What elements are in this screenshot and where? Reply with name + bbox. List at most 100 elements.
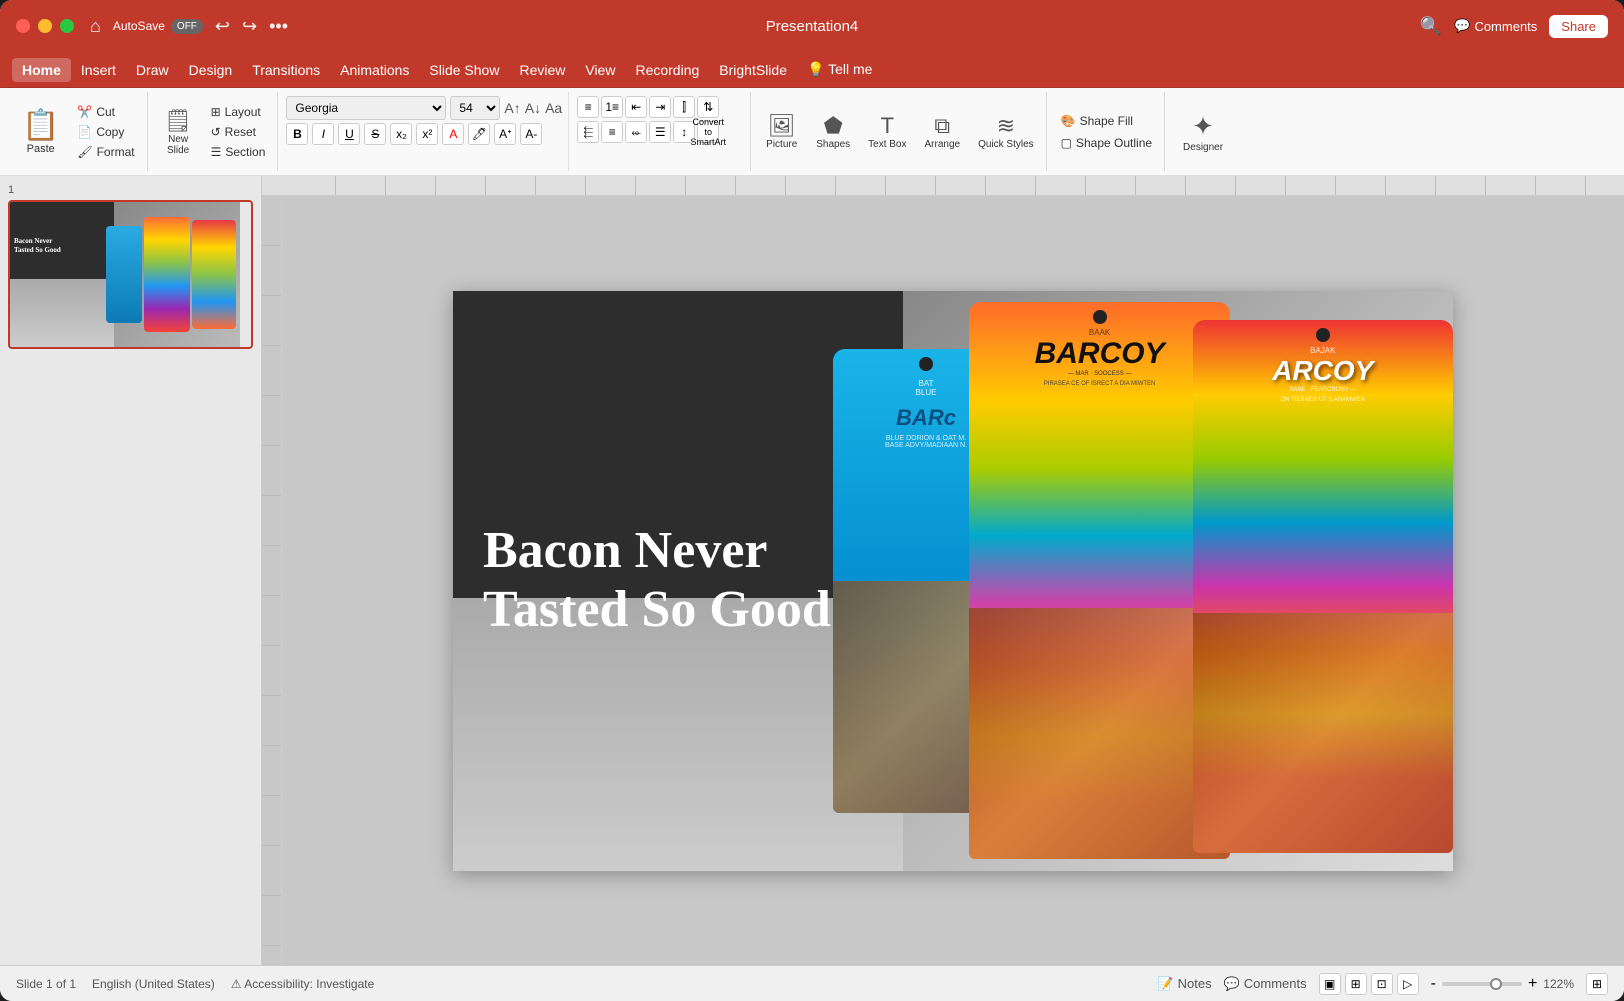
font-size-up-btn[interactable]: Aᐩ bbox=[494, 123, 516, 145]
slide-number: 1 bbox=[8, 184, 253, 196]
clear-format-icon[interactable]: Aa bbox=[545, 100, 562, 116]
font-size-select[interactable]: 54 bbox=[450, 96, 500, 120]
menu-design[interactable]: Design bbox=[179, 58, 243, 82]
comment-icon: 💬 bbox=[1454, 18, 1470, 34]
accessibility-icon: ⚠ bbox=[231, 977, 242, 991]
underline-button[interactable]: U bbox=[338, 123, 360, 145]
comments-button[interactable]: 💬 Comments bbox=[1454, 18, 1537, 34]
italic-button[interactable]: I bbox=[312, 123, 334, 145]
close-button[interactable] bbox=[16, 19, 30, 33]
thumb-pkg-red bbox=[192, 220, 236, 330]
shapes-button[interactable]: ⬟ Shapes bbox=[810, 96, 856, 167]
notes-button[interactable]: 📝 Notes bbox=[1157, 976, 1211, 992]
columns-button[interactable]: ⫿ bbox=[673, 96, 695, 118]
horizontal-ruler bbox=[262, 176, 1624, 196]
search-icon[interactable]: 🔍 bbox=[1420, 16, 1442, 37]
increase-indent-button[interactable]: ⇥ bbox=[649, 96, 671, 118]
menu-brightslide[interactable]: BrightSlide bbox=[709, 58, 797, 82]
menu-home[interactable]: Home bbox=[12, 58, 71, 82]
menu-slideshow[interactable]: Slide Show bbox=[419, 58, 509, 82]
shapes-icon: ⬟ bbox=[824, 113, 843, 139]
menu-review[interactable]: Review bbox=[509, 58, 575, 82]
subscript-button[interactable]: x₂ bbox=[390, 123, 412, 145]
menu-insert[interactable]: Insert bbox=[71, 58, 126, 82]
slide-thumbnail[interactable]: Bacon Never Tasted So Good bbox=[8, 200, 253, 349]
layout-icon: ⊞ bbox=[211, 105, 221, 119]
decrease-font-icon[interactable]: A↓ bbox=[525, 100, 541, 116]
comments-status-button[interactable]: 💬 Comments bbox=[1224, 976, 1307, 992]
new-slide-button[interactable]: 🗒 NewSlide bbox=[156, 96, 201, 167]
more-icon[interactable]: ••• bbox=[269, 16, 288, 37]
quick-styles-icon: ≋ bbox=[997, 113, 1015, 139]
zoom-in-icon[interactable]: + bbox=[1528, 975, 1537, 993]
menu-transitions[interactable]: Transitions bbox=[242, 58, 330, 82]
menu-animations[interactable]: Animations bbox=[330, 58, 419, 82]
section-icon: ☰ bbox=[211, 145, 222, 159]
slide-container: Bacon Never Tasted So Good bbox=[453, 291, 1453, 871]
titlebar: ⌂ AutoSave OFF ↩ ↪ ••• Presentation4 🔍 💬… bbox=[0, 0, 1624, 52]
clipboard-small: ✂️ Cut 📄 Copy 🖌 Format bbox=[71, 96, 140, 167]
menu-draw[interactable]: Draw bbox=[126, 58, 179, 82]
redo-icon[interactable]: ↪ bbox=[242, 16, 257, 37]
align-center-button[interactable]: ≡ bbox=[601, 121, 623, 143]
textbox-button[interactable]: T Text Box bbox=[862, 96, 912, 167]
normal-view-button[interactable]: ▣ bbox=[1319, 973, 1341, 995]
picture-button[interactable]: 🖼 Picture bbox=[759, 96, 804, 167]
increase-font-icon[interactable]: A↑ bbox=[504, 100, 520, 116]
quick-styles-button[interactable]: ≋ Quick Styles bbox=[972, 96, 1040, 167]
copy-button[interactable]: 📄 Copy bbox=[71, 123, 140, 141]
slide-sorter-button[interactable]: ⊞ bbox=[1345, 973, 1367, 995]
new-slide-icon: 🗒 bbox=[164, 108, 192, 134]
reading-view-button[interactable]: ⊡ bbox=[1371, 973, 1393, 995]
superscript-button[interactable]: x² bbox=[416, 123, 438, 145]
designer-button[interactable]: ✦ Designer bbox=[1173, 96, 1233, 167]
zoom-out-icon[interactable]: - bbox=[1431, 975, 1436, 993]
designer-icon: ✦ bbox=[1192, 111, 1214, 142]
slides-panel: 1 Bacon Never Tasted So Good bbox=[0, 176, 262, 965]
direction-button[interactable]: ⇅ bbox=[697, 96, 719, 118]
maximize-button[interactable] bbox=[60, 19, 74, 33]
font-color-button[interactable]: A bbox=[442, 123, 464, 145]
strikethrough-button[interactable]: S bbox=[364, 123, 386, 145]
shape-format-group: 🎨 Shape Fill ▢ Shape Outline bbox=[1049, 92, 1165, 171]
shape-outline-button[interactable]: ▢ Shape Outline bbox=[1055, 134, 1158, 152]
slideshow-button[interactable]: ▷ bbox=[1397, 973, 1419, 995]
align-right-button[interactable]: ⬰ bbox=[625, 121, 647, 143]
slide-main[interactable]: Bacon Never Tasted So Good bbox=[453, 291, 1453, 871]
arrange-button[interactable]: ⧉ Arrange bbox=[919, 96, 967, 167]
fit-to-window-button[interactable]: ⊞ bbox=[1586, 973, 1608, 995]
font-row-1: Georgia 54 A↑ A↓ Aa bbox=[286, 96, 562, 120]
justify-button[interactable]: ☰ bbox=[649, 121, 671, 143]
shape-fill-button[interactable]: 🎨 Shape Fill bbox=[1055, 112, 1158, 130]
paste-button[interactable]: 📋 Paste bbox=[14, 96, 67, 167]
zoom-value: 122% bbox=[1543, 977, 1574, 991]
decrease-indent-button[interactable]: ⇤ bbox=[625, 96, 647, 118]
highlight-button[interactable]: 🖊 bbox=[468, 123, 490, 145]
autosave-toggle[interactable]: AutoSave OFF bbox=[113, 19, 203, 34]
menu-tell-me[interactable]: 💡 Tell me bbox=[797, 57, 882, 82]
menu-view[interactable]: View bbox=[575, 58, 625, 82]
undo-icon[interactable]: ↩ bbox=[215, 16, 230, 37]
pkg-brand-center: BARCOY bbox=[1035, 337, 1165, 371]
bacon-right bbox=[1193, 613, 1453, 853]
font-family-select[interactable]: Georgia bbox=[286, 96, 446, 120]
hang-dot-center bbox=[1093, 310, 1107, 324]
menu-recording[interactable]: Recording bbox=[625, 58, 709, 82]
bold-button[interactable]: B bbox=[286, 123, 308, 145]
zoom-slider[interactable] bbox=[1442, 982, 1522, 986]
layout-button[interactable]: ⊞ Layout bbox=[205, 103, 272, 121]
share-button[interactable]: Share bbox=[1549, 15, 1608, 38]
autosave-state[interactable]: OFF bbox=[171, 19, 203, 34]
paragraph-group: ≡ 1≡ ⇤ ⇥ ⫿ ⇅ ⬱ ≡ ⬰ ☰ ↕ Convert to SmartA… bbox=[571, 92, 751, 171]
reset-button[interactable]: ↺ Reset bbox=[205, 123, 272, 141]
minimize-button[interactable] bbox=[38, 19, 52, 33]
home-icon[interactable]: ⌂ bbox=[90, 16, 101, 37]
smart-art-button[interactable]: Convert to SmartArt bbox=[697, 121, 719, 143]
section-button[interactable]: ☰ Section bbox=[205, 143, 272, 161]
numbered-list-button[interactable]: 1≡ bbox=[601, 96, 623, 118]
bullet-list-button[interactable]: ≡ bbox=[577, 96, 599, 118]
format-button[interactable]: 🖌 Format bbox=[71, 143, 140, 161]
align-left-button[interactable]: ⬱ bbox=[577, 121, 599, 143]
font-size-down-btn[interactable]: A- bbox=[520, 123, 542, 145]
cut-button[interactable]: ✂️ Cut bbox=[71, 103, 140, 121]
